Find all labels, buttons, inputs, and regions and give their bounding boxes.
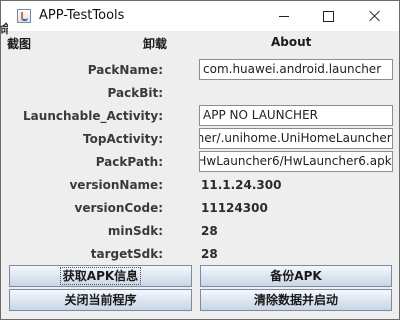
launchable-activity-field[interactable]: APP NO LAUNCHER — [199, 105, 393, 126]
close-current-app-label: 关闭当前程序 — [64, 293, 137, 307]
min-sdk-value: 28 — [201, 224, 218, 238]
min-sdk-label: minSdk: — [107, 224, 163, 238]
packpath-field[interactable]: o/HwLauncher6/HwLauncher6.apk — [199, 151, 393, 172]
packname-field[interactable]: com.huawei.android.launcher — [199, 59, 393, 80]
get-apk-info-button[interactable]: 获取APK信息 — [9, 265, 192, 287]
get-apk-info-label: 获取APK信息 — [59, 267, 142, 285]
maximize-button[interactable] — [305, 1, 351, 31]
row-min-sdk: minSdk: 28 — [1, 220, 399, 243]
version-name-label: versionName: — [69, 178, 163, 192]
row-packpath: PackPath: o/HwLauncher6/HwLauncher6.apk — [1, 151, 399, 174]
packname-label: PackName: — [87, 63, 163, 77]
version-code-label: versionCode: — [74, 201, 164, 215]
offscreen-text-fragment: 命 — [0, 22, 8, 36]
row-launchable-activity: Launchable_Activity: APP NO LAUNCHER — [1, 105, 399, 128]
minimize-icon — [279, 15, 289, 17]
row-top-activity: TopActivity: cher/.unihome.UniHomeLaunch… — [1, 128, 399, 151]
launchable-activity-label: Launchable_Activity: — [23, 109, 163, 123]
backup-apk-label: 备份APK — [270, 269, 322, 283]
row-version-code: versionCode: 11124300 — [1, 197, 399, 220]
row-version-name: versionName: 11.1.24.300 — [1, 174, 399, 197]
version-name-value: 11.1.24.300 — [201, 178, 282, 192]
menu-bar: 截图 卸载 About — [1, 31, 399, 53]
row-target-sdk: targetSdk: 28 — [1, 243, 399, 266]
row-packbit: PackBit: — [1, 82, 399, 105]
window-title: APP-TestTools — [39, 8, 125, 23]
java-app-icon — [17, 9, 31, 23]
app-window: APP-TestTools 截图 卸载 About PackName: com.… — [0, 0, 400, 320]
top-activity-label: TopActivity: — [83, 132, 163, 146]
target-sdk-value: 28 — [201, 247, 218, 261]
target-sdk-label: targetSdk: — [90, 247, 163, 261]
backup-apk-button[interactable]: 备份APK — [200, 265, 392, 287]
close-button[interactable] — [351, 1, 397, 31]
menu-screenshot[interactable]: 截图 — [7, 35, 31, 52]
title-bar[interactable]: APP-TestTools — [1, 1, 399, 31]
row-packname: PackName: com.huawei.android.launcher — [1, 59, 399, 82]
version-code-value: 11124300 — [201, 201, 268, 215]
minimize-button[interactable] — [261, 1, 307, 31]
maximize-icon — [322, 10, 334, 22]
clear-data-restart-label: 清除数据并启动 — [253, 293, 338, 307]
clear-data-restart-button[interactable]: 清除数据并启动 — [200, 289, 392, 311]
packpath-label: PackPath: — [95, 155, 163, 169]
menu-about[interactable]: About — [271, 35, 311, 49]
close-current-app-button[interactable]: 关闭当前程序 — [9, 289, 192, 311]
top-activity-field[interactable]: cher/.unihome.UniHomeLauncher — [199, 128, 393, 149]
packbit-label: PackBit: — [107, 86, 163, 100]
close-icon — [367, 9, 381, 23]
menu-uninstall[interactable]: 卸载 — [143, 35, 167, 52]
